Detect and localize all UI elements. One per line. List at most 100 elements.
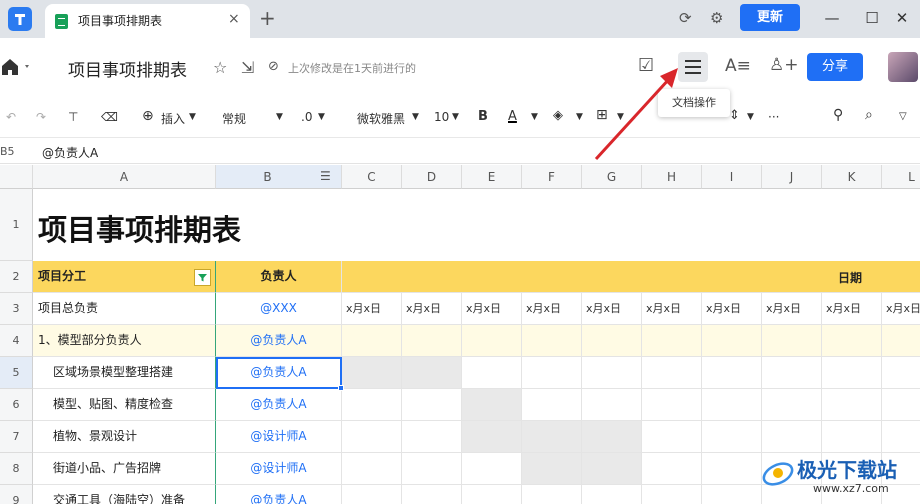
schedule-cell[interactable] [822, 389, 882, 421]
filter-icon[interactable] [194, 269, 211, 286]
fill-handle[interactable] [338, 385, 344, 391]
share-button[interactable]: 分享 [807, 53, 863, 81]
app-logo-icon[interactable] [8, 7, 32, 31]
decimal-places-button[interactable]: .0 [301, 110, 312, 124]
schedule-cell[interactable] [702, 389, 762, 421]
column-header[interactable]: G [582, 165, 642, 189]
insert-menu-button[interactable]: 插入 [161, 110, 185, 127]
schedule-cell[interactable] [702, 485, 762, 504]
refresh-icon[interactable]: ⟳ [679, 9, 692, 27]
settings-gear-icon[interactable]: ⚙ [710, 9, 723, 27]
undo-icon[interactable]: ↶ [6, 110, 16, 124]
task-cell[interactable]: 项目总负责 [33, 293, 216, 325]
move-to-folder-icon[interactable]: ⇲ [241, 58, 254, 77]
document-title[interactable]: 项目事项排期表 [68, 56, 187, 81]
schedule-cell[interactable] [702, 421, 762, 453]
schedule-cell[interactable] [702, 325, 762, 357]
date-cell[interactable]: x月x日 [882, 293, 920, 325]
schedule-cell[interactable] [642, 421, 702, 453]
owner-cell[interactable]: @XXX [216, 293, 342, 325]
star-icon[interactable]: ☆ [213, 58, 227, 77]
schedule-cell[interactable] [462, 485, 522, 504]
owner-cell[interactable]: @负责人A [216, 325, 342, 357]
schedule-cell[interactable] [582, 325, 642, 357]
column-header[interactable]: J [762, 165, 822, 189]
bold-button[interactable]: B [478, 109, 488, 124]
row-header[interactable]: 4 [0, 325, 33, 357]
owner-cell[interactable]: @设计师A [216, 421, 342, 453]
header-cell-task[interactable]: 项目分工 [33, 261, 216, 293]
schedule-cell[interactable] [642, 485, 702, 504]
close-window-button[interactable]: ✕ [882, 0, 920, 36]
schedule-cell[interactable] [462, 389, 522, 421]
schedule-cell[interactable] [642, 357, 702, 389]
schedule-cell[interactable] [402, 389, 462, 421]
tab-close-icon[interactable]: × [228, 11, 240, 27]
schedule-cell[interactable] [462, 357, 522, 389]
select-all-corner[interactable] [0, 165, 33, 189]
row-header[interactable]: 9 [0, 485, 33, 504]
column-filter-menu-icon[interactable]: ☰ [320, 169, 331, 183]
schedule-cell[interactable] [882, 357, 920, 389]
schedule-cell[interactable] [762, 325, 822, 357]
row-header[interactable]: 7 [0, 421, 33, 453]
column-header[interactable]: I [702, 165, 762, 189]
column-header[interactable]: L [882, 165, 920, 189]
add-collaborator-icon[interactable]: ♙+ [769, 55, 798, 75]
schedule-cell[interactable] [342, 453, 402, 485]
schedule-cell[interactable] [642, 453, 702, 485]
schedule-cell[interactable] [402, 421, 462, 453]
schedule-cell[interactable] [762, 357, 822, 389]
schedule-cell[interactable] [462, 421, 522, 453]
date-cell[interactable]: x月x日 [462, 293, 522, 325]
column-header[interactable]: H [642, 165, 702, 189]
schedule-cell[interactable] [582, 357, 642, 389]
task-cell[interactable]: 植物、景观设计 [33, 421, 216, 453]
schedule-cell[interactable] [582, 389, 642, 421]
task-cell[interactable]: 交通工具（海陆空）准备 [33, 485, 216, 504]
row-header[interactable]: 6 [0, 389, 33, 421]
date-cell[interactable]: x月x日 [702, 293, 762, 325]
schedule-cell[interactable] [522, 421, 582, 453]
schedule-cell[interactable] [522, 485, 582, 504]
fill-color-icon[interactable]: ◈ [553, 108, 563, 123]
column-header[interactable]: A [33, 165, 216, 189]
schedule-cell[interactable] [882, 421, 920, 453]
new-tab-button[interactable]: + [259, 6, 276, 30]
owner-cell[interactable]: @负责人A [216, 485, 342, 504]
sheet-title-cell[interactable]: 项目事项排期表 [38, 207, 241, 249]
column-header[interactable]: K [822, 165, 882, 189]
cell-reference[interactable]: B5 [0, 145, 15, 158]
schedule-cell[interactable] [342, 485, 402, 504]
schedule-cell[interactable] [702, 453, 762, 485]
schedule-cell[interactable] [882, 389, 920, 421]
header-cell-date-merged[interactable] [342, 261, 920, 293]
schedule-cell[interactable] [822, 357, 882, 389]
font-size-select[interactable]: 10 [434, 110, 449, 124]
number-format-select[interactable]: 常规 [222, 110, 246, 127]
date-cell[interactable]: x月x日 [342, 293, 402, 325]
schedule-cell[interactable] [462, 325, 522, 357]
date-cell[interactable]: x月x日 [822, 293, 882, 325]
schedule-cell[interactable] [762, 389, 822, 421]
format-painter-icon[interactable]: ⊤ [68, 110, 78, 124]
update-button[interactable]: 更新 [740, 4, 800, 31]
schedule-cell[interactable] [402, 485, 462, 504]
schedule-cell[interactable] [342, 421, 402, 453]
text-style-icon[interactable]: A≡ [725, 56, 751, 76]
schedule-cell[interactable] [342, 389, 402, 421]
row-header[interactable]: 5 [0, 357, 33, 389]
schedule-cell[interactable] [402, 453, 462, 485]
schedule-cell[interactable] [702, 357, 762, 389]
row-header[interactable]: 8 [0, 453, 33, 485]
row-header[interactable]: 3 [0, 293, 33, 325]
schedule-cell[interactable] [522, 325, 582, 357]
schedule-cell[interactable] [882, 325, 920, 357]
schedule-cell[interactable] [822, 421, 882, 453]
collapse-toolbar-chevron-icon[interactable]: ▽ [899, 111, 907, 122]
insert-plus-icon[interactable]: ⊕ [142, 108, 154, 124]
schedule-cell[interactable] [462, 453, 522, 485]
user-avatar[interactable] [888, 52, 918, 82]
schedule-cell[interactable] [342, 325, 402, 357]
clear-format-icon[interactable]: ⌫ [101, 110, 118, 124]
